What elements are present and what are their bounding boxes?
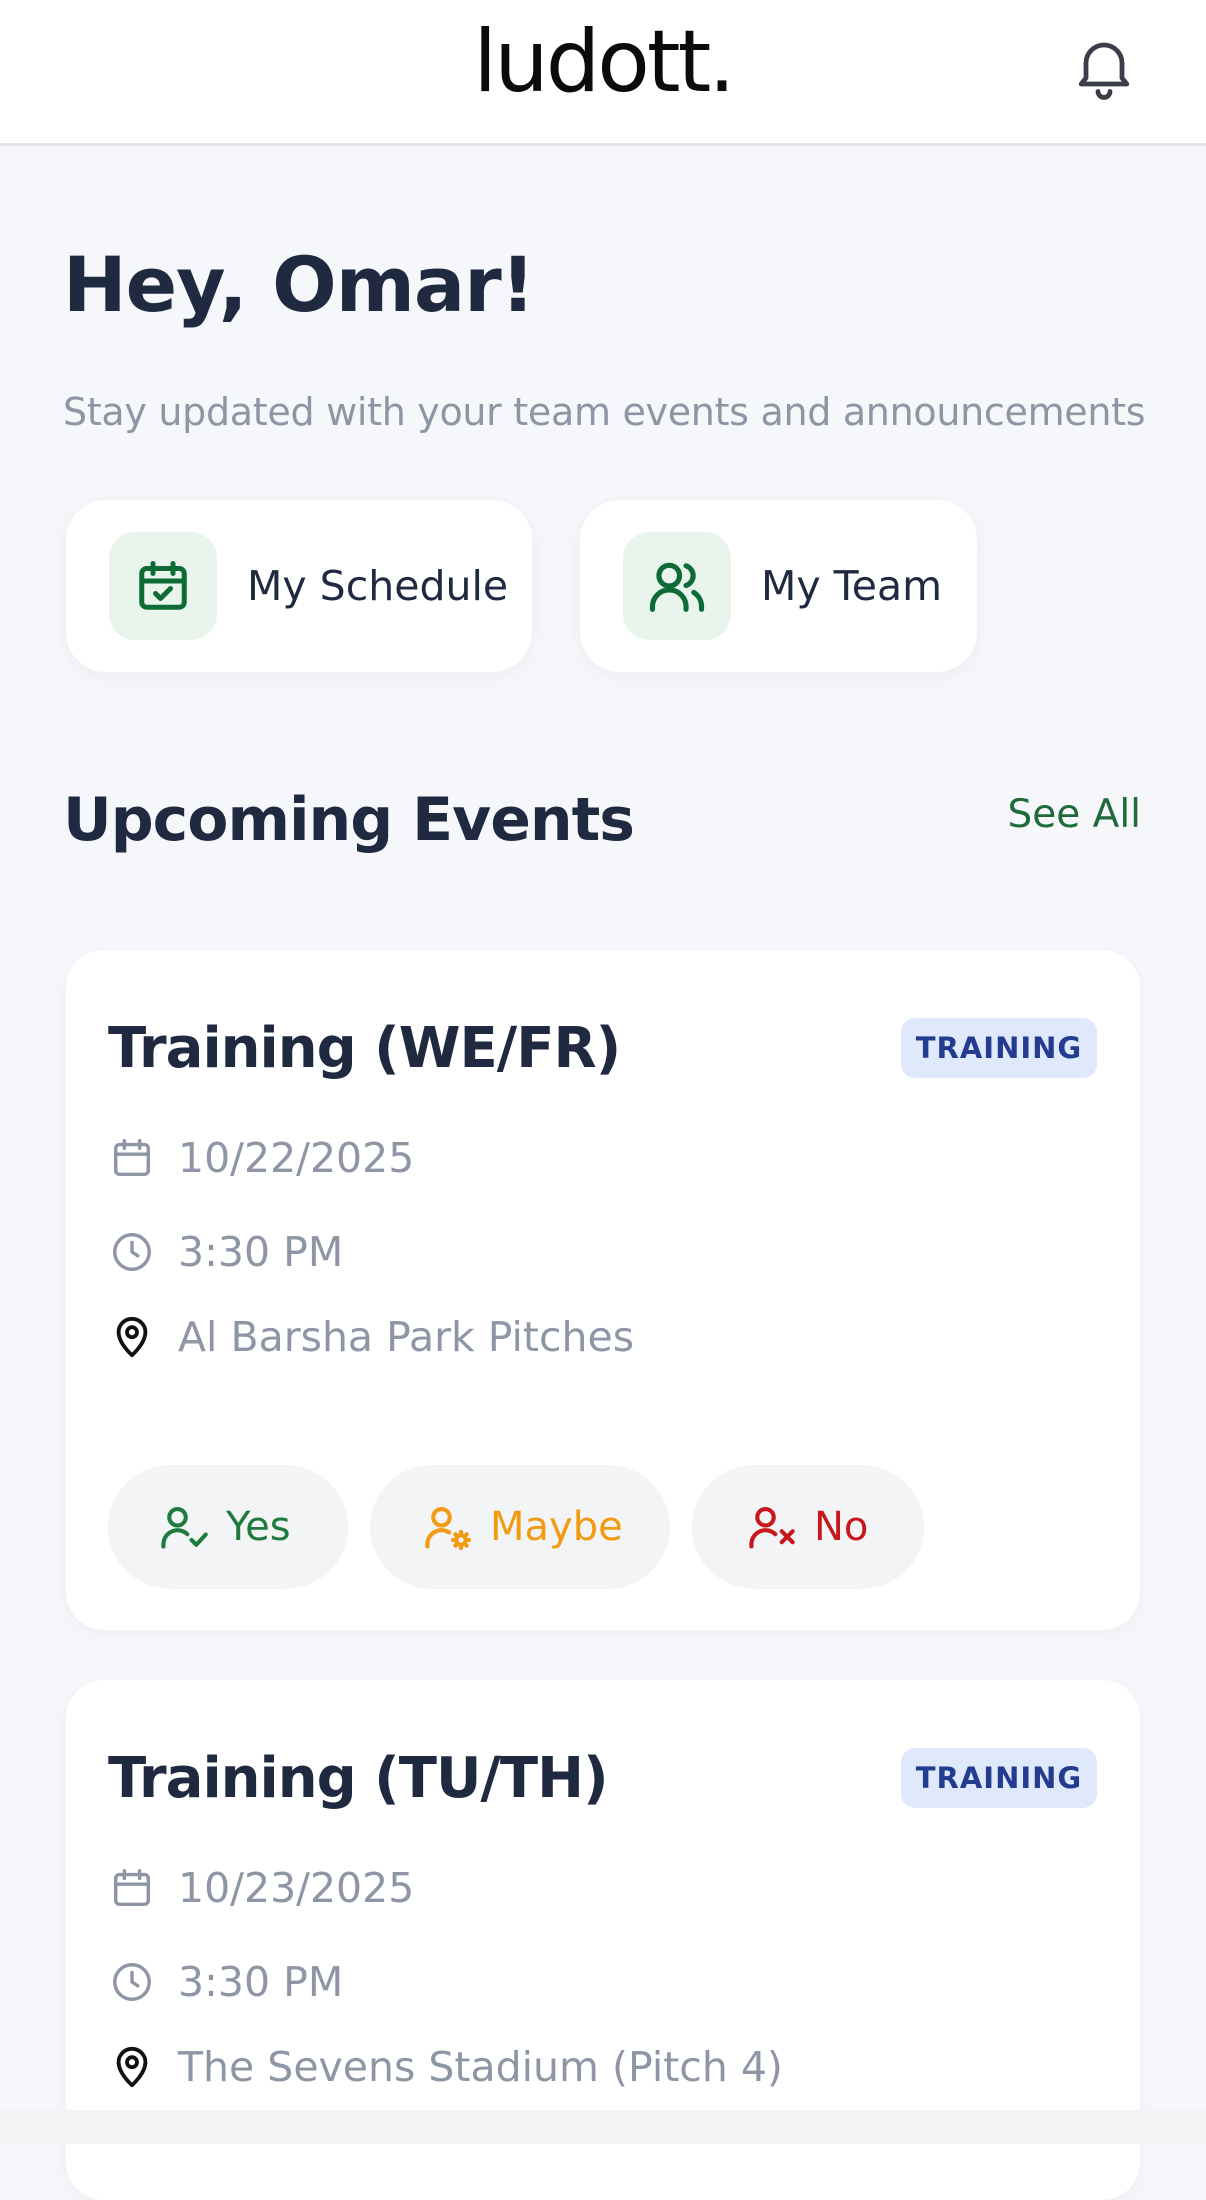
event-location: The Sevens Stadium (Pitch 4) [178, 2043, 783, 2091]
event-time-row: 3:30 PM [108, 1952, 343, 2012]
event-time: 3:30 PM [178, 1228, 344, 1276]
greeting-subtitle: Stay updated with your team events and a… [63, 390, 1146, 434]
map-pin-icon [108, 1313, 156, 1361]
bell-icon[interactable] [1068, 28, 1140, 104]
event-date: 10/23/2025 [178, 1864, 415, 1912]
map-pin-icon [108, 2043, 156, 2091]
clock-icon [108, 1228, 156, 1276]
user-x-icon [749, 1506, 795, 1549]
event-location: Al Barsha Park Pitches [178, 1313, 635, 1361]
calendar-icon [108, 1134, 156, 1182]
rsvp-no-label: No [814, 1504, 869, 1550]
event-type-badge: TRAINING [901, 1748, 1097, 1808]
event-location-row: Al Barsha Park Pitches [108, 1307, 634, 1367]
top-bar: ludott. [0, 0, 1206, 146]
rsvp-no-button[interactable]: No [692, 1465, 924, 1589]
my-team-label: My Team [761, 562, 943, 610]
event-title: Training (TU/TH) [108, 1746, 609, 1811]
my-schedule-label: My Schedule [247, 562, 509, 610]
app-logo: ludott. [473, 12, 735, 112]
event-date-row: 10/22/2025 [108, 1128, 414, 1188]
rsvp-maybe-button[interactable]: Maybe [370, 1465, 670, 1589]
greeting-title: Hey, Omar! [63, 240, 535, 329]
users-icon [623, 532, 731, 640]
event-date-row: 10/23/2025 [108, 1858, 414, 1918]
rsvp-yes-button[interactable]: Yes [108, 1465, 348, 1589]
event-time-row: 3:30 PM [108, 1222, 343, 1282]
event-title: Training (WE/FR) [108, 1016, 621, 1081]
calendar-icon [108, 1864, 156, 1912]
user-cog-icon [425, 1506, 472, 1551]
user-check-icon [161, 1506, 208, 1549]
rsvp-yes-label: Yes [226, 1504, 291, 1550]
calendar-check-icon [109, 532, 217, 640]
rsvp-maybe-label: Maybe [490, 1504, 623, 1550]
event-type-badge: TRAINING [901, 1018, 1097, 1078]
upcoming-events-title: Upcoming Events [63, 785, 635, 855]
event-location-row: The Sevens Stadium (Pitch 4) [108, 2037, 783, 2097]
event-time: 3:30 PM [178, 1958, 344, 2006]
see-all-link[interactable]: See All [1008, 792, 1142, 837]
event-card[interactable]: Training (WE/FR) TRAINING 10/22/2025 3:3… [66, 950, 1140, 1630]
event-date: 10/22/2025 [178, 1134, 415, 1182]
clock-icon [108, 1958, 156, 2006]
my-team-button[interactable]: My Team [580, 500, 977, 672]
my-schedule-button[interactable]: My Schedule [66, 500, 532, 672]
bottom-edge [0, 2110, 1206, 2144]
